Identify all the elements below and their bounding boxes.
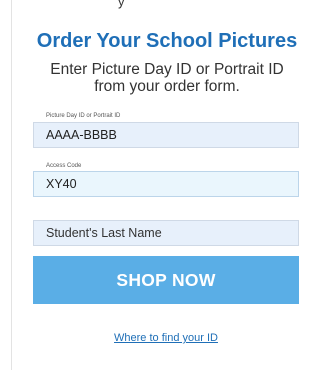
last-name-input[interactable]: [46, 221, 286, 245]
picture-id-input[interactable]: [46, 123, 286, 147]
access-code-field[interactable]: [33, 171, 299, 197]
where-to-find-id-link[interactable]: Where to find your ID: [33, 332, 299, 344]
access-code-input[interactable]: [46, 172, 286, 196]
left-divider: [11, 0, 12, 370]
last-name-field[interactable]: [33, 220, 299, 246]
form-title: Order Your School Pictures: [36, 30, 298, 52]
instructions-line-2: from your order form.: [94, 78, 240, 95]
instructions-line-1: Enter Picture Day ID or Portrait ID: [50, 61, 284, 78]
access-code-label: Access Code: [46, 163, 82, 169]
picture-id-field[interactable]: [33, 122, 299, 148]
order-pictures-page: y Order Your School Pictures Enter Pictu…: [0, 0, 316, 370]
clipped-heading-fragment: y: [118, 0, 126, 9]
picture-id-label: Picture Day ID or Portrait ID: [46, 113, 121, 119]
form-instructions: Enter Picture Day ID or Portrait ID from…: [25, 61, 309, 95]
shop-now-button[interactable]: SHOP NOW: [33, 256, 299, 304]
